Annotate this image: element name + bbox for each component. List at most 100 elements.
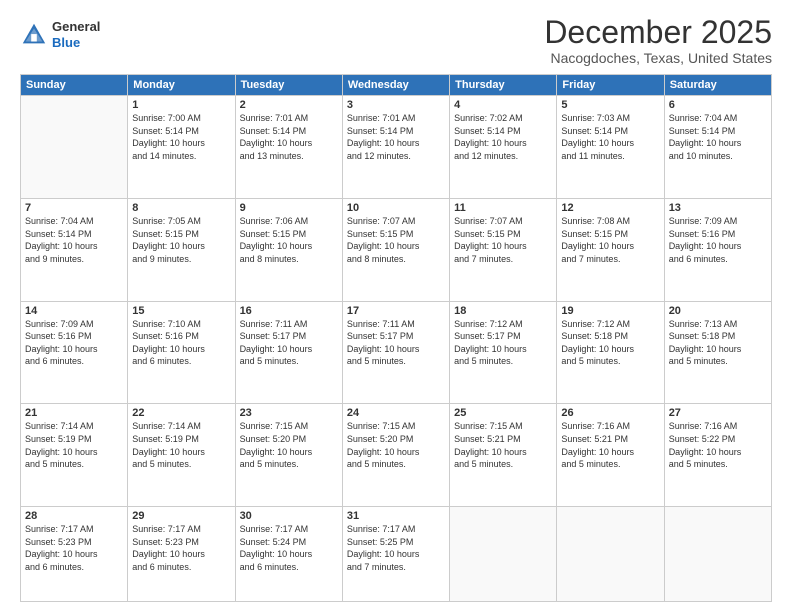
day-number: 4 bbox=[454, 99, 552, 111]
day-info: Sunrise: 7:17 AM Sunset: 5:23 PM Dayligh… bbox=[25, 523, 123, 573]
col-sunday: Sunday bbox=[21, 75, 128, 96]
day-info: Sunrise: 7:06 AM Sunset: 5:15 PM Dayligh… bbox=[240, 215, 338, 265]
calendar-cell: 31Sunrise: 7:17 AM Sunset: 5:25 PM Dayli… bbox=[342, 507, 449, 602]
header-row: Sunday Monday Tuesday Wednesday Thursday… bbox=[21, 75, 772, 96]
calendar-cell: 16Sunrise: 7:11 AM Sunset: 5:17 PM Dayli… bbox=[235, 301, 342, 404]
day-number: 12 bbox=[561, 202, 659, 214]
col-thursday: Thursday bbox=[450, 75, 557, 96]
calendar-cell: 12Sunrise: 7:08 AM Sunset: 5:15 PM Dayli… bbox=[557, 198, 664, 301]
day-info: Sunrise: 7:11 AM Sunset: 5:17 PM Dayligh… bbox=[240, 318, 338, 368]
col-wednesday: Wednesday bbox=[342, 75, 449, 96]
day-number: 28 bbox=[25, 510, 123, 522]
calendar-cell: 20Sunrise: 7:13 AM Sunset: 5:18 PM Dayli… bbox=[664, 301, 771, 404]
day-number: 24 bbox=[347, 407, 445, 419]
day-number: 31 bbox=[347, 510, 445, 522]
week-row-2: 7Sunrise: 7:04 AM Sunset: 5:14 PM Daylig… bbox=[21, 198, 772, 301]
day-number: 11 bbox=[454, 202, 552, 214]
day-info: Sunrise: 7:10 AM Sunset: 5:16 PM Dayligh… bbox=[132, 318, 230, 368]
day-info: Sunrise: 7:05 AM Sunset: 5:15 PM Dayligh… bbox=[132, 215, 230, 265]
col-monday: Monday bbox=[128, 75, 235, 96]
day-info: Sunrise: 7:17 AM Sunset: 5:25 PM Dayligh… bbox=[347, 523, 445, 573]
logo-icon bbox=[20, 21, 48, 49]
day-info: Sunrise: 7:08 AM Sunset: 5:15 PM Dayligh… bbox=[561, 215, 659, 265]
calendar-cell: 25Sunrise: 7:15 AM Sunset: 5:21 PM Dayli… bbox=[450, 404, 557, 507]
month-title: December 2025 bbox=[544, 15, 772, 50]
logo-blue: Blue bbox=[52, 35, 80, 50]
col-friday: Friday bbox=[557, 75, 664, 96]
calendar-page: General Blue December 2025 Nacogdoches, … bbox=[0, 0, 792, 612]
day-info: Sunrise: 7:09 AM Sunset: 5:16 PM Dayligh… bbox=[25, 318, 123, 368]
day-info: Sunrise: 7:12 AM Sunset: 5:17 PM Dayligh… bbox=[454, 318, 552, 368]
logo: General Blue bbox=[20, 19, 100, 50]
day-info: Sunrise: 7:17 AM Sunset: 5:24 PM Dayligh… bbox=[240, 523, 338, 573]
day-number: 15 bbox=[132, 305, 230, 317]
calendar-cell: 29Sunrise: 7:17 AM Sunset: 5:23 PM Dayli… bbox=[128, 507, 235, 602]
day-info: Sunrise: 7:14 AM Sunset: 5:19 PM Dayligh… bbox=[25, 420, 123, 470]
calendar-cell: 24Sunrise: 7:15 AM Sunset: 5:20 PM Dayli… bbox=[342, 404, 449, 507]
week-row-3: 14Sunrise: 7:09 AM Sunset: 5:16 PM Dayli… bbox=[21, 301, 772, 404]
day-info: Sunrise: 7:02 AM Sunset: 5:14 PM Dayligh… bbox=[454, 112, 552, 162]
calendar-cell: 6Sunrise: 7:04 AM Sunset: 5:14 PM Daylig… bbox=[664, 96, 771, 199]
calendar-cell: 27Sunrise: 7:16 AM Sunset: 5:22 PM Dayli… bbox=[664, 404, 771, 507]
day-number: 27 bbox=[669, 407, 767, 419]
day-number: 5 bbox=[561, 99, 659, 111]
day-info: Sunrise: 7:03 AM Sunset: 5:14 PM Dayligh… bbox=[561, 112, 659, 162]
day-number: 14 bbox=[25, 305, 123, 317]
calendar-cell bbox=[557, 507, 664, 602]
day-number: 10 bbox=[347, 202, 445, 214]
day-info: Sunrise: 7:07 AM Sunset: 5:15 PM Dayligh… bbox=[454, 215, 552, 265]
calendar-cell: 21Sunrise: 7:14 AM Sunset: 5:19 PM Dayli… bbox=[21, 404, 128, 507]
day-info: Sunrise: 7:12 AM Sunset: 5:18 PM Dayligh… bbox=[561, 318, 659, 368]
day-number: 17 bbox=[347, 305, 445, 317]
calendar-cell: 13Sunrise: 7:09 AM Sunset: 5:16 PM Dayli… bbox=[664, 198, 771, 301]
calendar-cell: 19Sunrise: 7:12 AM Sunset: 5:18 PM Dayli… bbox=[557, 301, 664, 404]
day-info: Sunrise: 7:13 AM Sunset: 5:18 PM Dayligh… bbox=[669, 318, 767, 368]
day-info: Sunrise: 7:04 AM Sunset: 5:14 PM Dayligh… bbox=[25, 215, 123, 265]
day-number: 19 bbox=[561, 305, 659, 317]
header: General Blue December 2025 Nacogdoches, … bbox=[20, 15, 772, 66]
day-number: 3 bbox=[347, 99, 445, 111]
calendar-cell: 4Sunrise: 7:02 AM Sunset: 5:14 PM Daylig… bbox=[450, 96, 557, 199]
day-info: Sunrise: 7:09 AM Sunset: 5:16 PM Dayligh… bbox=[669, 215, 767, 265]
calendar-cell: 5Sunrise: 7:03 AM Sunset: 5:14 PM Daylig… bbox=[557, 96, 664, 199]
calendar-cell bbox=[664, 507, 771, 602]
day-info: Sunrise: 7:14 AM Sunset: 5:19 PM Dayligh… bbox=[132, 420, 230, 470]
calendar-cell: 22Sunrise: 7:14 AM Sunset: 5:19 PM Dayli… bbox=[128, 404, 235, 507]
calendar-cell: 11Sunrise: 7:07 AM Sunset: 5:15 PM Dayli… bbox=[450, 198, 557, 301]
day-number: 26 bbox=[561, 407, 659, 419]
day-number: 6 bbox=[669, 99, 767, 111]
day-number: 23 bbox=[240, 407, 338, 419]
calendar-table: Sunday Monday Tuesday Wednesday Thursday… bbox=[20, 74, 772, 602]
week-row-1: 1Sunrise: 7:00 AM Sunset: 5:14 PM Daylig… bbox=[21, 96, 772, 199]
day-number: 20 bbox=[669, 305, 767, 317]
calendar-cell: 14Sunrise: 7:09 AM Sunset: 5:16 PM Dayli… bbox=[21, 301, 128, 404]
day-number: 1 bbox=[132, 99, 230, 111]
day-number: 9 bbox=[240, 202, 338, 214]
day-number: 29 bbox=[132, 510, 230, 522]
calendar-cell: 28Sunrise: 7:17 AM Sunset: 5:23 PM Dayli… bbox=[21, 507, 128, 602]
day-number: 2 bbox=[240, 99, 338, 111]
calendar-cell: 15Sunrise: 7:10 AM Sunset: 5:16 PM Dayli… bbox=[128, 301, 235, 404]
title-block: December 2025 Nacogdoches, Texas, United… bbox=[544, 15, 772, 66]
calendar-cell: 17Sunrise: 7:11 AM Sunset: 5:17 PM Dayli… bbox=[342, 301, 449, 404]
calendar-cell bbox=[450, 507, 557, 602]
day-info: Sunrise: 7:07 AM Sunset: 5:15 PM Dayligh… bbox=[347, 215, 445, 265]
day-info: Sunrise: 7:04 AM Sunset: 5:14 PM Dayligh… bbox=[669, 112, 767, 162]
day-number: 25 bbox=[454, 407, 552, 419]
calendar-cell: 1Sunrise: 7:00 AM Sunset: 5:14 PM Daylig… bbox=[128, 96, 235, 199]
day-info: Sunrise: 7:01 AM Sunset: 5:14 PM Dayligh… bbox=[240, 112, 338, 162]
day-number: 7 bbox=[25, 202, 123, 214]
calendar-cell: 7Sunrise: 7:04 AM Sunset: 5:14 PM Daylig… bbox=[21, 198, 128, 301]
day-info: Sunrise: 7:15 AM Sunset: 5:20 PM Dayligh… bbox=[240, 420, 338, 470]
day-info: Sunrise: 7:15 AM Sunset: 5:20 PM Dayligh… bbox=[347, 420, 445, 470]
calendar-cell: 8Sunrise: 7:05 AM Sunset: 5:15 PM Daylig… bbox=[128, 198, 235, 301]
day-number: 18 bbox=[454, 305, 552, 317]
day-info: Sunrise: 7:16 AM Sunset: 5:22 PM Dayligh… bbox=[669, 420, 767, 470]
day-info: Sunrise: 7:16 AM Sunset: 5:21 PM Dayligh… bbox=[561, 420, 659, 470]
calendar-cell: 10Sunrise: 7:07 AM Sunset: 5:15 PM Dayli… bbox=[342, 198, 449, 301]
day-info: Sunrise: 7:01 AM Sunset: 5:14 PM Dayligh… bbox=[347, 112, 445, 162]
day-info: Sunrise: 7:00 AM Sunset: 5:14 PM Dayligh… bbox=[132, 112, 230, 162]
day-info: Sunrise: 7:17 AM Sunset: 5:23 PM Dayligh… bbox=[132, 523, 230, 573]
day-number: 30 bbox=[240, 510, 338, 522]
logo-general: General bbox=[52, 19, 100, 34]
